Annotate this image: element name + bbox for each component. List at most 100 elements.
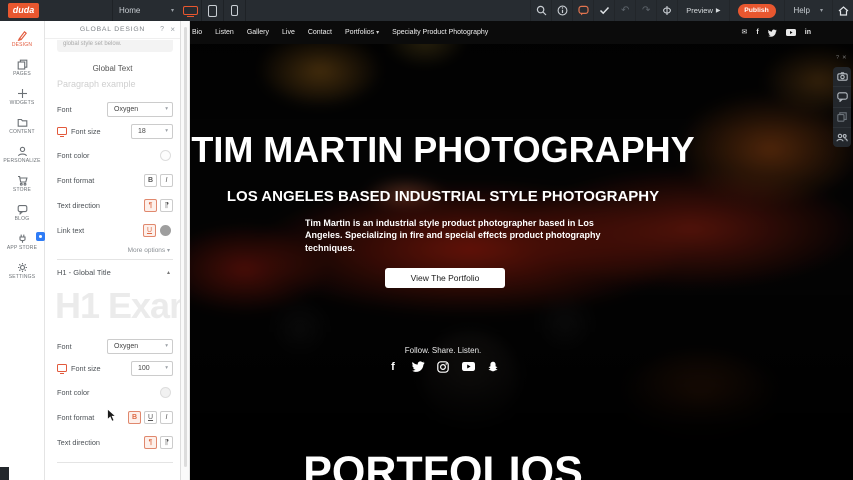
- more-options-link[interactable]: More options ▾: [128, 247, 170, 254]
- copy-icon: [837, 112, 847, 122]
- facebook-icon[interactable]: f: [387, 360, 400, 373]
- sidebar-item-personalize[interactable]: PERSONALIZE: [0, 140, 44, 169]
- link-text-label: Link text: [57, 226, 84, 235]
- h1-font-select[interactable]: Oxygen ▾: [107, 339, 173, 354]
- hero-paragraph[interactable]: Tim Martin is an industrial style produc…: [305, 217, 607, 254]
- screenshot-button[interactable]: [833, 67, 851, 87]
- sidebar-item-content[interactable]: CONTENT: [0, 111, 44, 140]
- panel-help-button[interactable]: ?: [160, 26, 164, 33]
- panel-close-button[interactable]: ×: [170, 25, 175, 34]
- mobile-view-button[interactable]: [224, 0, 246, 21]
- twitter-icon[interactable]: [412, 360, 425, 373]
- h1-ltr-direction-button[interactable]: ¶: [144, 436, 157, 449]
- link-underline-button[interactable]: U: [143, 224, 156, 237]
- snapchat-icon[interactable]: [487, 360, 500, 373]
- gear-icon: [17, 262, 28, 273]
- paragraph-font-size-select[interactable]: 18 ▾: [131, 124, 173, 139]
- save-status-button[interactable]: [593, 0, 614, 21]
- dashboard-home-button[interactable]: [832, 0, 853, 21]
- hero-title[interactable]: TIM MARTIN PHOTOGRAPHY: [190, 129, 696, 171]
- preview-button[interactable]: Preview ▶: [677, 0, 728, 21]
- chevron-up-icon[interactable]: ▴: [167, 269, 170, 276]
- ltr-direction-button[interactable]: ¶: [144, 199, 157, 212]
- font-format-label: Font format: [57, 413, 94, 422]
- top-toolbar: duda Home ▾: [0, 0, 853, 21]
- nav-item-listen[interactable]: Listen: [215, 29, 234, 36]
- team-button[interactable]: [833, 128, 851, 147]
- sidebar-item-store[interactable]: STORE: [0, 169, 44, 198]
- linkedin-icon[interactable]: in: [805, 29, 811, 36]
- site-canvas: Bio Listen Gallery Live Contact Portfoli…: [190, 21, 853, 480]
- sidebar-item-settings[interactable]: SETTINGS: [0, 256, 44, 285]
- floating-tools: [833, 67, 851, 147]
- twitter-icon[interactable]: [768, 29, 777, 37]
- h1-bold-button[interactable]: B: [128, 411, 141, 424]
- panel-scrollbar[interactable]: [181, 21, 190, 480]
- italic-button[interactable]: I: [160, 174, 173, 187]
- paragraph-font-color-swatch[interactable]: [160, 150, 171, 161]
- nav-item-gallery[interactable]: Gallery: [247, 29, 269, 36]
- comment-icon: [837, 92, 848, 102]
- cart-icon: [17, 175, 28, 186]
- editor-sidebar: DESIGN PAGES WIDGETS CONTENT PERSONALIZE: [0, 21, 45, 480]
- sidebar-item-label: PAGES: [13, 71, 31, 77]
- mobile-icon: [231, 5, 238, 16]
- search-button[interactable]: [530, 0, 551, 21]
- h1-font-color-swatch[interactable]: [160, 387, 171, 398]
- sidebar-item-label: BLOG: [15, 216, 30, 222]
- tablet-icon: [208, 5, 217, 17]
- h1-underline-button[interactable]: U: [144, 411, 157, 424]
- sidebar-item-widgets[interactable]: WIDGETS: [0, 82, 44, 111]
- facebook-icon[interactable]: f: [756, 29, 758, 36]
- youtube-icon[interactable]: [786, 29, 796, 36]
- chevron-down-icon: ▾: [165, 128, 168, 134]
- preview-label: Preview: [686, 6, 713, 15]
- rtl-direction-button[interactable]: ¶: [160, 199, 173, 212]
- camera-icon: [837, 72, 848, 81]
- view-portfolio-button[interactable]: View The Portfolio: [385, 268, 505, 288]
- h1-font-size-select[interactable]: 100 ▾: [131, 361, 173, 376]
- instagram-icon[interactable]: [437, 360, 450, 373]
- paragraph-font-select[interactable]: Oxygen ▾: [107, 102, 173, 117]
- email-icon[interactable]: ✉: [742, 29, 748, 36]
- desktop-view-button[interactable]: [180, 0, 202, 21]
- sidebar-item-blog[interactable]: BLOG: [0, 198, 44, 227]
- page-selector-dropdown[interactable]: Home ▾: [112, 0, 180, 21]
- portfolios-heading[interactable]: PORTFOLIOS: [190, 448, 696, 480]
- nav-item-bio[interactable]: Bio: [192, 29, 202, 36]
- undo-button[interactable]: ↶: [614, 0, 635, 21]
- youtube-icon[interactable]: [462, 360, 475, 373]
- info-button[interactable]: [551, 0, 572, 21]
- social-icons-row: f: [190, 360, 696, 373]
- link-color-swatch[interactable]: [160, 225, 171, 236]
- duda-logo[interactable]: duda: [8, 3, 39, 18]
- nav-item-specialty[interactable]: Specialty Product Photography: [392, 29, 488, 36]
- h1-italic-button[interactable]: I: [160, 411, 173, 424]
- font-size-label: Font size: [71, 127, 101, 136]
- sidebar-item-pages[interactable]: PAGES: [0, 53, 44, 82]
- publish-button[interactable]: Publish: [738, 4, 776, 18]
- redo-button[interactable]: ↷: [635, 0, 656, 21]
- feedback-button[interactable]: [572, 0, 593, 21]
- home-icon: [838, 6, 849, 16]
- nav-item-live[interactable]: Live: [282, 29, 295, 36]
- undo-icon: ↶: [621, 5, 629, 16]
- chevron-down-icon: ▾: [165, 365, 168, 371]
- help-menu[interactable]: Help ▾: [784, 0, 832, 21]
- dev-mode-icon: [661, 5, 673, 16]
- hero-subtitle[interactable]: LOS ANGELES BASED INDUSTRIAL STYLE PHOTO…: [190, 188, 696, 205]
- sidebar-item-design[interactable]: DESIGN: [0, 24, 44, 53]
- dev-mode-button[interactable]: [656, 0, 677, 21]
- nav-item-contact[interactable]: Contact: [308, 29, 332, 36]
- chevron-down-icon: ▾: [167, 248, 170, 254]
- comments-button[interactable]: [833, 87, 851, 107]
- h1-rtl-direction-button[interactable]: ¶: [160, 436, 173, 449]
- pilcrow-rtl-icon: ¶: [165, 439, 169, 446]
- text-direction-label: Text direction: [57, 201, 100, 210]
- nav-item-portfolios[interactable]: Portfolios▾: [345, 29, 379, 36]
- tablet-view-button[interactable]: [202, 0, 224, 21]
- scrollbar-thumb[interactable]: [184, 27, 187, 467]
- chevron-down-icon: ▾: [376, 30, 379, 36]
- bold-button[interactable]: B: [144, 174, 157, 187]
- copy-layout-button[interactable]: [833, 108, 851, 128]
